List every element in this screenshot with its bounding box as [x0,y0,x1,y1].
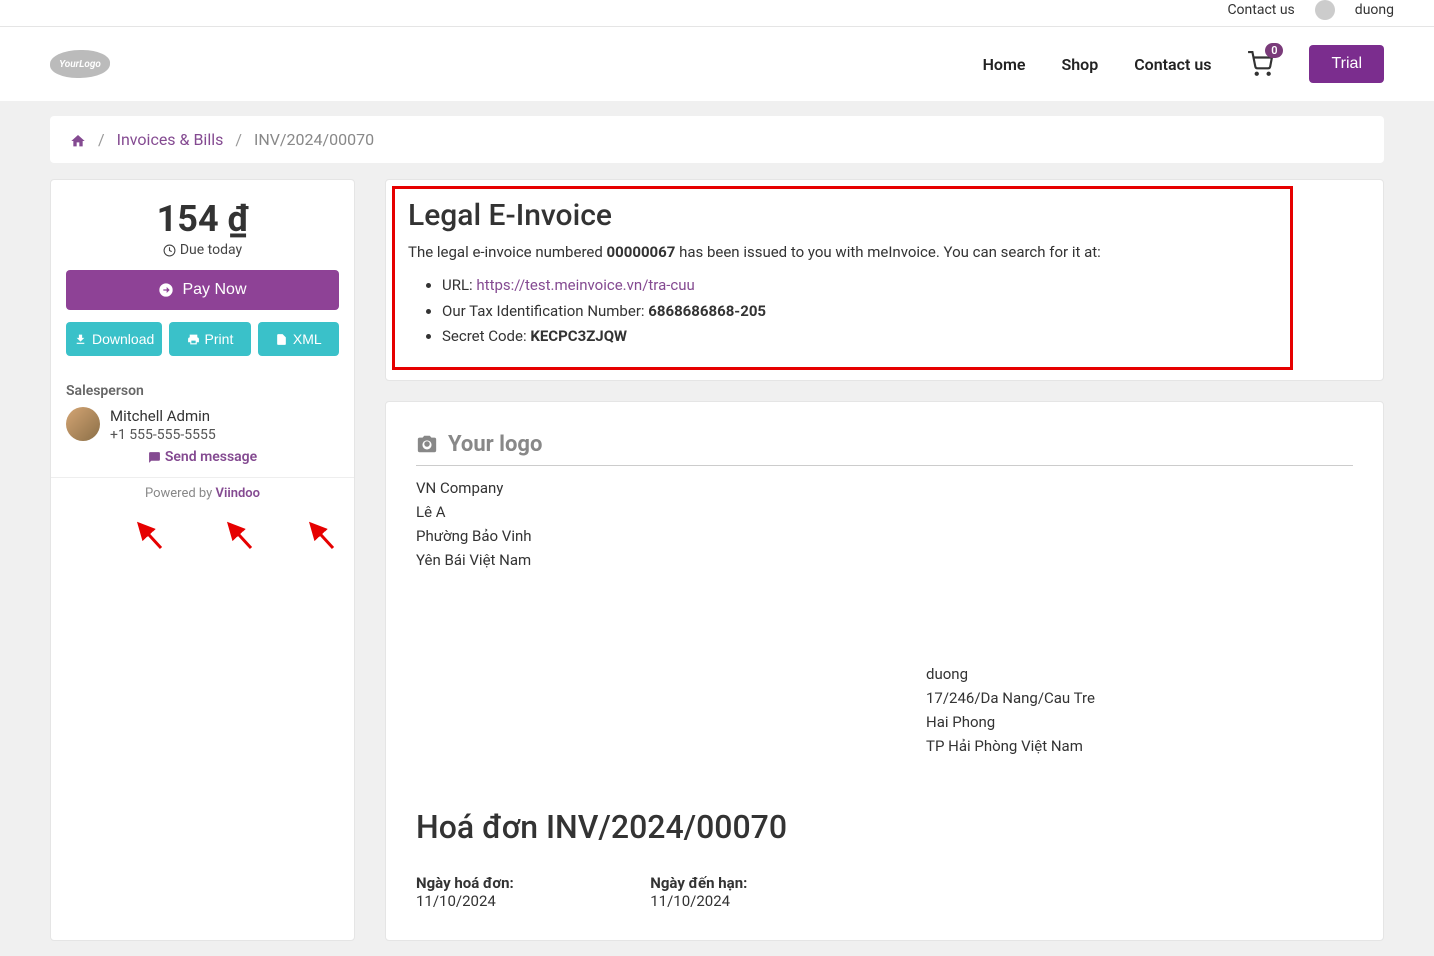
breadcrumb-current: INV/2024/00070 [254,130,374,149]
home-icon[interactable] [70,130,86,149]
invoice-due-value: 11/10/2024 [650,892,884,910]
legal-einvoice-card: Legal E-Invoice The legal e-invoice numb… [385,179,1384,381]
breadcrumb-separator: / [235,130,242,149]
customer-address: duong 17/246/Da Nang/Cau Tre Hai Phong T… [926,662,1353,758]
nav-items: Home Shop Contact us 0 Trial [983,45,1384,83]
due-line: Due today [66,242,339,258]
invoice-document: Your logo VN Company Lê A Phường Bảo Vin… [385,401,1384,941]
invoice-date-label: Ngày hoá đơn: [416,874,650,892]
top-contact-link[interactable]: Contact us [1227,2,1294,18]
main-navbar: YourLogo Home Shop Contact us 0 Trial [0,27,1434,101]
einvoice-url-row: URL: https://test.meinvoice.vn/tra-cuu [442,273,1361,299]
powered-brand[interactable]: Viindoo [216,486,261,501]
salesperson-avatar [66,407,100,441]
download-button[interactable]: Download [66,322,162,356]
arrow-circle-right-icon [158,282,174,298]
einvoice-tin-row: Our Tax Identification Number: 686868686… [442,299,1361,325]
salesperson-label: Salesperson [66,383,339,399]
nav-shop[interactable]: Shop [1061,55,1098,74]
einvoice-title: Legal E-Invoice [408,198,1361,233]
sidebar-summary-card: 154 ₫ Due today Pay Now Download [50,179,355,941]
clock-icon [163,244,176,257]
cart-button[interactable]: 0 [1247,51,1273,77]
salesperson-phone: +1 555-555-5555 [110,427,216,443]
pay-now-button[interactable]: Pay Now [66,270,339,310]
nav-contact[interactable]: Contact us [1134,55,1211,74]
print-icon [187,333,200,346]
trial-button[interactable]: Trial [1309,45,1384,83]
user-avatar-icon[interactable] [1315,0,1335,20]
invoice-due-label: Ngày đến hạn: [650,874,884,892]
doc-logo-text: Your logo [448,432,542,457]
powered-by: Powered by Viindoo [51,477,354,509]
einvoice-intro: The legal e-invoice numbered 00000067 ha… [408,243,1361,261]
amount-value: 154 ₫ [66,198,339,240]
breadcrumb-separator: / [98,130,105,149]
site-logo[interactable]: YourLogo [50,50,110,78]
breadcrumb: / Invoices & Bills / INV/2024/00070 [50,116,1384,163]
send-message-link[interactable]: Send message [66,449,339,465]
company-address: VN Company Lê A Phường Bảo Vinh Yên Bái … [416,476,1353,572]
download-icon [74,333,87,346]
top-username[interactable]: duong [1355,2,1394,18]
einvoice-secret-row: Secret Code: KECPC3ZJQW [442,324,1361,350]
top-utility-bar: Contact us duong [0,0,1434,26]
cart-badge: 0 [1265,43,1283,58]
salesperson-name: Mitchell Admin [110,407,216,425]
message-icon [148,451,161,464]
annotation-arrow-xml [303,518,343,562]
annotation-arrow-print [221,518,261,562]
invoice-date-value: 11/10/2024 [416,892,650,910]
invoice-title: Hoá đơn INV/2024/00070 [416,808,1353,846]
xml-button[interactable]: XML [258,322,339,356]
camera-icon [416,433,438,455]
print-button[interactable]: Print [169,322,250,356]
nav-home[interactable]: Home [983,55,1026,74]
annotation-arrow-download [131,518,171,562]
file-code-icon [275,333,288,346]
breadcrumb-invoices[interactable]: Invoices & Bills [117,130,224,149]
einvoice-url-link[interactable]: https://test.meinvoice.vn/tra-cuu [476,276,694,294]
